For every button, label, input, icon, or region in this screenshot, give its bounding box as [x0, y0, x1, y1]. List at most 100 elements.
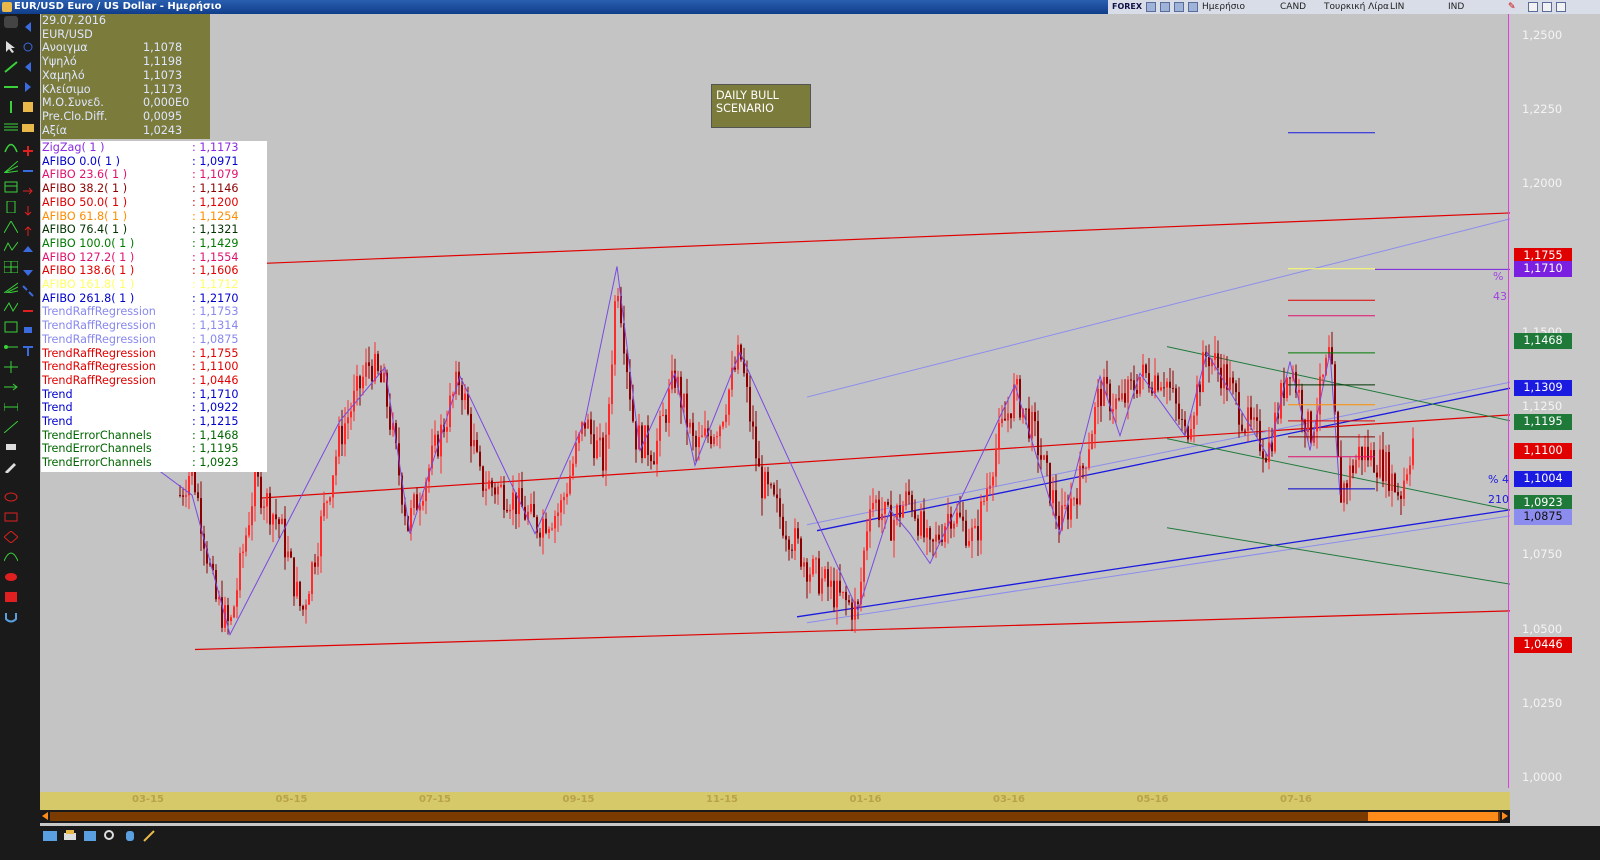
text-tool-icon[interactable] [22, 342, 34, 356]
legend-item[interactable]: AFIBO 76.4( 1 ): 1,1321 [42, 223, 267, 237]
ray-tool-icon[interactable] [4, 338, 18, 350]
grid-icon[interactable] [1146, 2, 1156, 12]
currency-select[interactable]: Τουρκική Λίρα [1324, 0, 1389, 14]
wave-tool-icon[interactable] [3, 238, 19, 252]
legend-item[interactable]: TrendRaffRegression: 1,1100 [42, 360, 267, 374]
prev-icon[interactable] [22, 58, 34, 72]
line-tool-icon[interactable] [4, 58, 18, 73]
folder-icon[interactable] [22, 118, 34, 132]
grid-tool-icon[interactable] [3, 258, 19, 274]
indicator-select[interactable]: IND [1448, 0, 1464, 14]
arc-tool-icon[interactable] [4, 138, 18, 153]
minimize-icon[interactable] [1528, 2, 1538, 12]
slope-tool-icon[interactable] [3, 418, 19, 434]
time-axis[interactable]: 03-15 05-15 07-15 09-15 11-15 01-16 03-16 05-16… [40, 792, 1510, 810]
legend-item[interactable]: AFIBO 61.8( 1 ): 1,1254 [42, 210, 267, 224]
save-icon[interactable] [82, 828, 98, 842]
maximize-icon[interactable] [1542, 2, 1552, 12]
cross-tool-icon[interactable] [4, 358, 18, 373]
legend-item[interactable]: TrendRaffRegression: 1,0446 [42, 374, 267, 388]
cycle-tool-icon[interactable] [3, 218, 19, 234]
arrow-right-icon[interactable] [22, 182, 34, 195]
box-tool-icon[interactable] [4, 318, 18, 333]
link-icon[interactable] [1188, 2, 1198, 12]
buy-arrow-icon[interactable] [22, 242, 34, 254]
legend-item[interactable]: TrendErrorChannels: 1,0923 [42, 456, 267, 470]
template-icon[interactable] [22, 98, 34, 112]
legend-item[interactable]: TrendErrorChannels: 1,1195 [42, 442, 267, 456]
fib-tool-icon[interactable] [4, 178, 18, 193]
eraser-icon[interactable] [4, 438, 18, 450]
scroll-track[interactable] [50, 812, 1500, 821]
search-icon[interactable] [102, 828, 118, 842]
legend-item[interactable]: AFIBO 127.2( 1 ): 1,1554 [42, 251, 267, 265]
legend-item[interactable]: AFIBO 100.0( 1 ): 1,1429 [42, 237, 267, 251]
chart-scrollbar[interactable] [40, 810, 1510, 823]
timeframe-select[interactable]: Ημερήσιο [1202, 0, 1245, 14]
legend-item[interactable]: Trend: 1,1215 [42, 415, 267, 429]
legend-item[interactable]: ZigZag( 1 ): 1,1173 [42, 141, 267, 155]
scenario-note[interactable]: DAILY BULL SCENARIO [711, 84, 811, 128]
scale-select[interactable]: LIN [1390, 0, 1404, 14]
magic-icon[interactable] [142, 828, 158, 842]
measure-tool-icon[interactable] [3, 398, 19, 411]
scroll-thumb[interactable] [1368, 812, 1498, 821]
chart-type-select[interactable]: CAND [1280, 0, 1306, 14]
scroll-left-icon[interactable] [42, 812, 48, 820]
expand-icon[interactable] [22, 302, 34, 314]
legend-item[interactable]: TrendRaffRegression: 1,0875 [42, 333, 267, 347]
sell-arrow-icon[interactable] [22, 262, 34, 276]
candle-body [236, 590, 238, 607]
undo-icon[interactable] [22, 38, 34, 52]
legend-item[interactable]: TrendRaffRegression: 1,1753 [42, 305, 267, 319]
legend-item[interactable]: AFIBO 161.8( 1 ): 1,1712 [42, 278, 267, 292]
next-icon[interactable] [22, 78, 34, 92]
star-icon[interactable] [1174, 2, 1184, 12]
legend-item[interactable]: TrendErrorChannels: 1,1468 [42, 429, 267, 443]
pencil-icon[interactable] [4, 458, 18, 474]
curve-tool-icon[interactable] [3, 548, 19, 562]
legend-item[interactable]: AFIBO 38.2( 1 ): 1,1146 [42, 182, 267, 196]
legend-item[interactable]: AFIBO 0.0( 1 ): 1,0971 [42, 155, 267, 169]
rectangle-tool-icon[interactable] [4, 508, 18, 522]
legend-item[interactable]: AFIBO 23.6( 1 ): 1,1079 [42, 168, 267, 182]
magnet-icon[interactable] [4, 608, 18, 623]
channel-tool-icon[interactable] [4, 118, 18, 131]
vline-tool-icon[interactable] [4, 98, 18, 113]
shrink-icon[interactable] [22, 282, 34, 297]
zoom-in-icon[interactable] [22, 142, 34, 156]
chart-menu-bar[interactable]: FOREX Ημερήσιο CAND Τουρκική Λίρα LIN IN… [1108, 0, 1600, 14]
legend-item[interactable]: AFIBO 138.6( 1 ): 1,1606 [42, 264, 267, 278]
price-axis[interactable]: 1,25001,22501,20001,17501,15001,12501,10… [1508, 14, 1600, 826]
cursor-icon[interactable] [4, 38, 18, 53]
diamond-tool-icon[interactable] [3, 528, 19, 544]
scroll-handle[interactable] [4, 16, 18, 28]
arrow-tool-icon[interactable] [4, 378, 18, 391]
legend-item[interactable]: AFIBO 261.8( 1 ): 1,2170 [42, 292, 267, 306]
flag-icon[interactable] [22, 322, 34, 334]
hline-tool-icon[interactable] [4, 78, 18, 90]
ellipse-tool-icon[interactable] [4, 488, 18, 502]
filled-ellipse-tool-icon[interactable] [4, 568, 18, 581]
zoom-out-icon[interactable] [22, 162, 34, 174]
print-icon[interactable] [62, 828, 78, 842]
legend-item[interactable]: TrendRaffRegression: 1,1755 [42, 347, 267, 361]
legend-item[interactable]: TrendRaffRegression: 1,1314 [42, 319, 267, 333]
zigzag-tool-icon[interactable] [3, 298, 19, 313]
legend-item[interactable]: Trend: 1,0922 [42, 401, 267, 415]
database-icon[interactable] [122, 828, 138, 842]
open-icon[interactable] [42, 828, 58, 842]
refresh-icon[interactable] [1160, 2, 1170, 12]
close-icon[interactable] [1556, 2, 1566, 12]
pitchfork-tool-icon[interactable] [3, 278, 19, 294]
legend-item[interactable]: AFIBO 50.0( 1 ): 1,1200 [42, 196, 267, 210]
collapse-icon[interactable] [22, 18, 34, 32]
legend-item[interactable]: Trend: 1,1710 [42, 388, 267, 402]
filled-rect-tool-icon[interactable] [4, 588, 18, 602]
fan-tool-icon[interactable] [3, 158, 19, 174]
pin-icon[interactable]: ✎ [1508, 0, 1516, 14]
arrow-down-icon[interactable] [22, 202, 34, 216]
arrow-up-icon[interactable] [22, 222, 34, 236]
gann-tool-icon[interactable] [4, 198, 18, 214]
scroll-right-icon[interactable] [1502, 812, 1508, 820]
